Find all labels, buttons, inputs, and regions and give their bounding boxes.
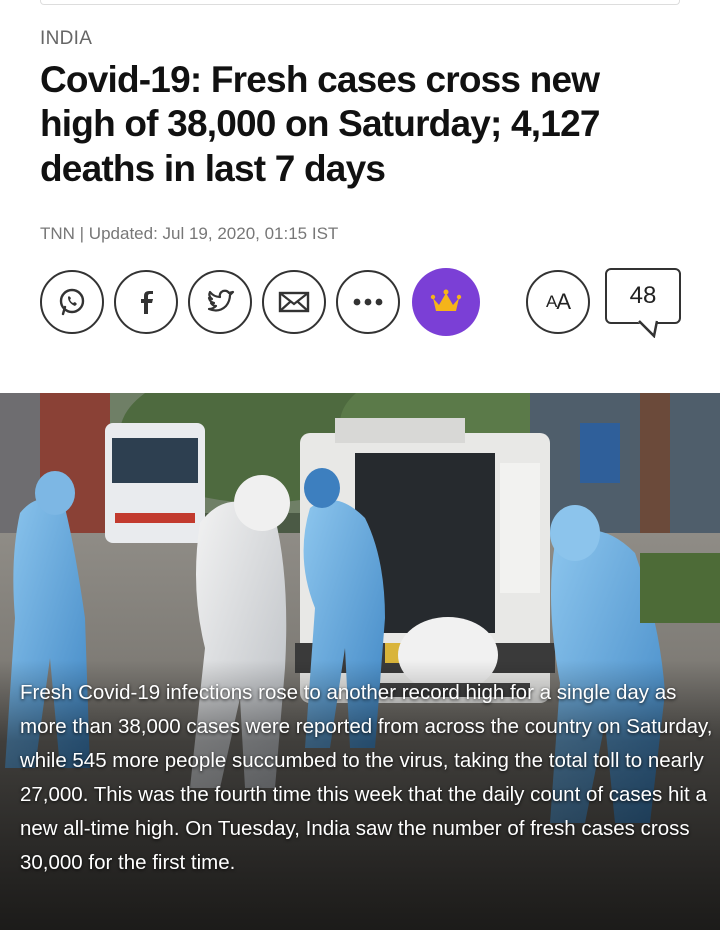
font-size-small-label: A <box>545 292 557 311</box>
crown-icon <box>430 289 462 311</box>
article-byline: TNN | Updated: Jul 19, 2020, 01:15 IST <box>40 224 339 243</box>
share-toolbar: AA 48 <box>40 268 690 338</box>
email-share-button[interactable] <box>262 270 326 334</box>
comment-count: 48 <box>629 282 657 309</box>
facebook-icon <box>141 291 153 314</box>
font-size-button[interactable]: AA <box>526 270 590 334</box>
facebook-share-button[interactable] <box>114 270 178 334</box>
photo-caption: Fresh Covid-19 infections rose to anothe… <box>20 681 713 874</box>
article-headline: Covid-19: Fresh cases cross new high of … <box>40 59 600 189</box>
premium-button[interactable] <box>412 268 480 336</box>
whatsapp-icon <box>59 288 85 316</box>
twitter-icon <box>207 289 235 312</box>
more-icon <box>353 298 383 306</box>
top-card-edge <box>40 0 680 5</box>
font-size-large-label: A <box>556 289 571 314</box>
whatsapp-share-button[interactable] <box>40 270 104 334</box>
twitter-share-button[interactable] <box>188 270 252 334</box>
mail-icon <box>278 291 310 313</box>
more-options-button[interactable] <box>336 270 400 334</box>
comments-button[interactable]: 48 <box>605 268 681 324</box>
comment-bubble-tail <box>637 320 658 338</box>
section-label[interactable]: INDIA <box>40 28 92 50</box>
